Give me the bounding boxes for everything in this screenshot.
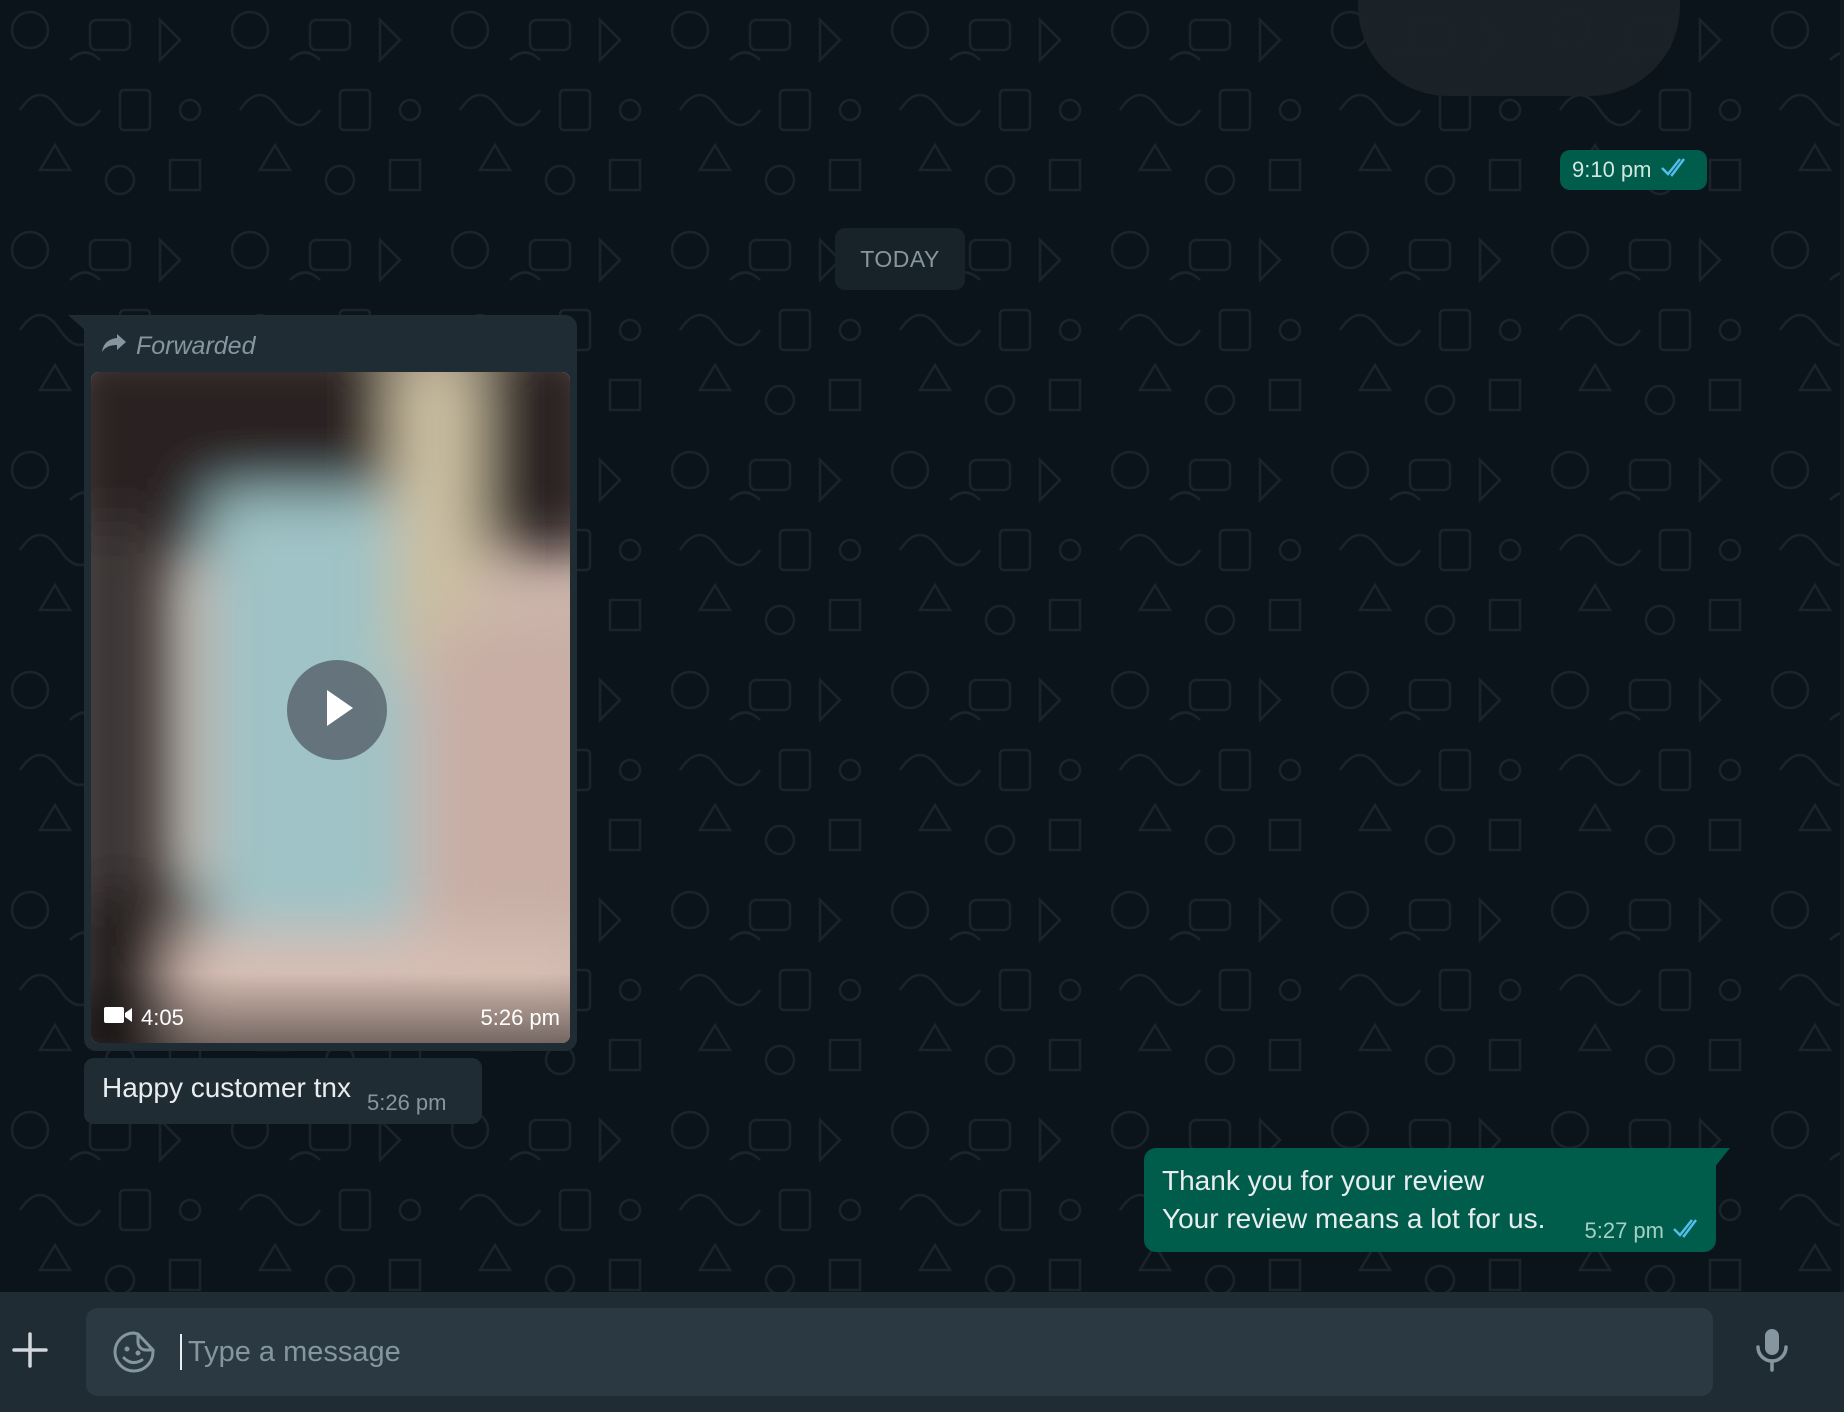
- sticker-icon: [112, 1331, 156, 1378]
- date-divider-label: TODAY: [860, 245, 940, 272]
- plus-icon: [11, 1331, 49, 1374]
- play-button[interactable]: [287, 660, 387, 760]
- message-time: 9:10 pm: [1572, 157, 1652, 182]
- video-message-bubble[interactable]: Forwarded 4:05 5:26 pm: [84, 315, 577, 1051]
- double-check-icon: [1672, 1218, 1704, 1244]
- video-thumbnail[interactable]: 4:05 5:26 pm: [91, 372, 570, 1043]
- outgoing-message-meta: 5:27 pm: [1585, 1218, 1705, 1244]
- microphone-icon: [1754, 1327, 1790, 1378]
- double-check-icon: [1660, 157, 1692, 183]
- text-caret: [180, 1334, 182, 1370]
- date-divider: TODAY: [835, 228, 965, 290]
- voice-message-button[interactable]: [1750, 1328, 1794, 1376]
- message-time: 5:27 pm: [1584, 1218, 1665, 1243]
- message-text-line-1: Thank you for your review: [1162, 1165, 1485, 1196]
- play-icon: [317, 686, 357, 735]
- sticker-button[interactable]: [112, 1330, 156, 1374]
- caption-message-bubble[interactable]: Happy customer tnx 5:26 pm: [84, 1058, 482, 1124]
- message-time: 5:26 pm: [367, 1090, 447, 1115]
- video-camera-icon: [103, 1005, 133, 1031]
- forwarded-label: Forwarded: [136, 331, 256, 360]
- outgoing-message-bubble[interactable]: Thank you for your review Your review me…: [1144, 1148, 1716, 1252]
- forwarded-indicator: Forwarded: [100, 327, 256, 365]
- previous-message-bubble: [1358, 0, 1680, 96]
- message-input-box[interactable]: [86, 1308, 1713, 1396]
- scrollbar-track[interactable]: [1840, 0, 1844, 1292]
- forward-arrow-icon: [100, 332, 128, 361]
- chat-area[interactable]: 9:10 pm TODAY Forwarded 4:05 5:26 pm Hap…: [0, 0, 1844, 1292]
- message-composer: [0, 1292, 1844, 1412]
- attach-button[interactable]: [8, 1330, 52, 1374]
- message-input[interactable]: [188, 1322, 1668, 1382]
- video-duration-text: 4:05: [141, 1005, 184, 1030]
- message-text: Happy customer tnx: [102, 1072, 351, 1103]
- video-message-time: 5:26 pm: [480, 1005, 561, 1030]
- video-duration: 4:05: [103, 1005, 184, 1031]
- previous-message-meta: 9:10 pm: [1560, 150, 1707, 190]
